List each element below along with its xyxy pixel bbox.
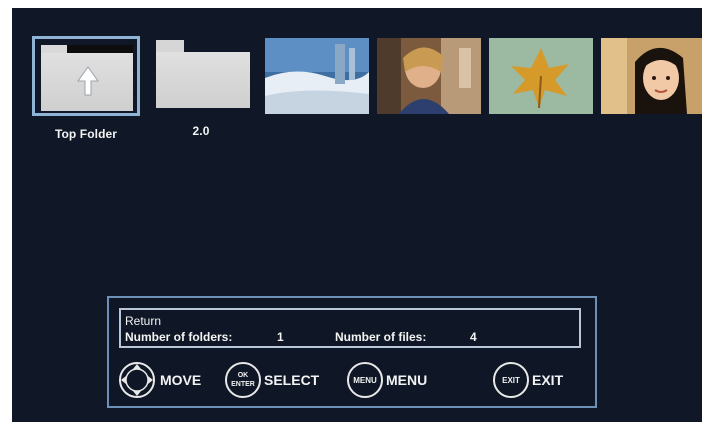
move-label: MOVE [160, 372, 202, 388]
ok-enter-icon: OK ENTER [225, 362, 261, 398]
select-label: SELECT [264, 372, 320, 388]
folder-icon [156, 40, 250, 108]
thumbnail-folder-2-0[interactable]: 2.0 [152, 36, 250, 138]
folders-count-value: 1 [277, 330, 284, 344]
control-hints: MOVE OK ENTER SELECT MENU MENU EXIT EXIT [117, 360, 587, 400]
photo-image [265, 38, 369, 114]
thumbnail-top-folder[interactable]: Top Folder [32, 36, 140, 141]
thumbnail-photo-child[interactable] [601, 38, 702, 114]
media-browser-screen: Top Folder 2.0 Return Number of folders:… [12, 8, 702, 422]
photo-image [601, 38, 702, 114]
selected-item-title: Return [125, 314, 162, 328]
files-count-label: Number of files: [335, 330, 427, 344]
ok-text: OK [237, 372, 249, 379]
item-counts: Number of folders: 1 Number of files: 4 [125, 330, 477, 344]
exit-button-icon: EXIT [493, 362, 529, 398]
folder-icon [41, 45, 133, 111]
photo-image [377, 38, 481, 114]
exit-hint: EXIT EXIT [493, 360, 563, 400]
menu-icon-text: MENU [353, 375, 377, 385]
enter-text: ENTER [231, 381, 255, 388]
menu-button-icon: MENU [347, 362, 383, 398]
folders-count-label: Number of folders: [125, 330, 233, 344]
thumbnail-label: 2.0 [192, 124, 210, 138]
menu-label: MENU [386, 372, 428, 388]
select-hint: OK ENTER SELECT [225, 360, 319, 400]
up-arrow-icon [77, 66, 99, 96]
info-panel: Return Number of folders: 1 Number of file… [107, 296, 597, 408]
photo-image [489, 38, 593, 114]
thumbnail-photo-woman[interactable] [377, 38, 481, 114]
dpad-icon [119, 362, 155, 398]
move-hint: MOVE [117, 360, 201, 400]
files-count-value: 4 [470, 330, 477, 344]
thumbnail-label: Top Folder [54, 127, 118, 141]
info-box: Return Number of folders: 1 Number of file… [119, 308, 581, 348]
thumbnail-photo-leaf[interactable] [489, 38, 593, 114]
exit-label: EXIT [532, 372, 564, 388]
exit-icon-text: EXIT [502, 375, 520, 385]
menu-hint: MENU MENU [347, 360, 427, 400]
thumbnail-photo-snow[interactable] [265, 38, 369, 114]
thumbnail-row: Top Folder 2.0 [32, 36, 702, 141]
